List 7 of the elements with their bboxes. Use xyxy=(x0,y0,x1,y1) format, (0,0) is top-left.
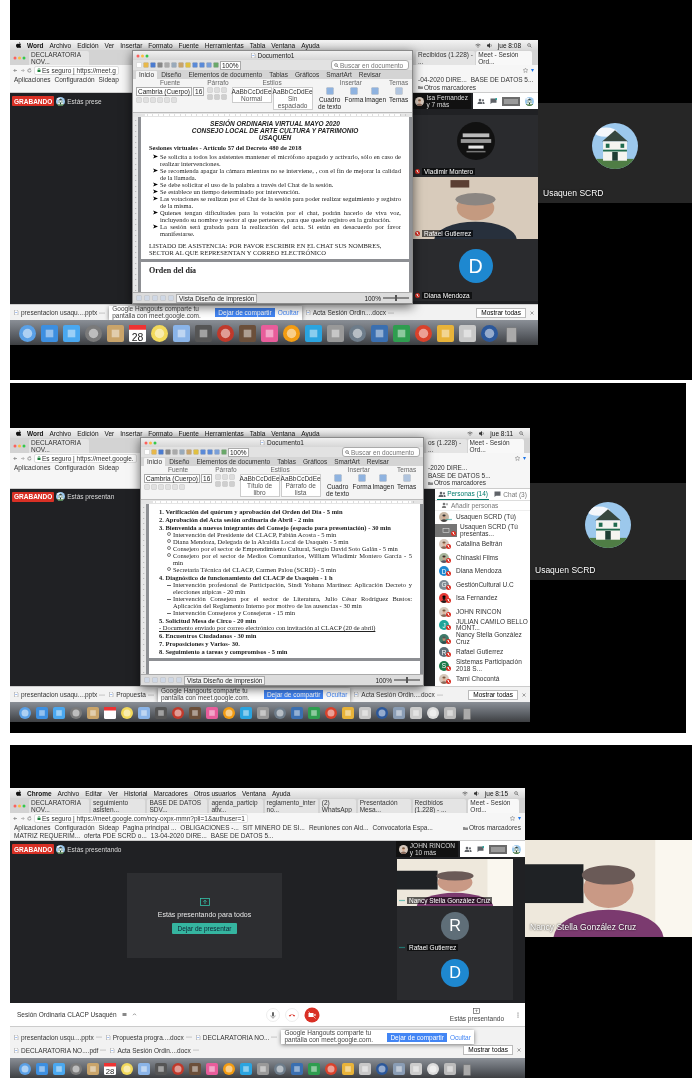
avatar: D xyxy=(458,249,493,283)
calendar-icon[interactable]: 28 xyxy=(128,324,147,343)
participant-name: Usaquen SCRD xyxy=(543,188,604,198)
avatar: R xyxy=(441,911,469,940)
participant-name: Usaquen SCRD xyxy=(535,565,596,575)
section-heading: Orden del día xyxy=(149,266,198,275)
avatar: D xyxy=(441,958,469,987)
